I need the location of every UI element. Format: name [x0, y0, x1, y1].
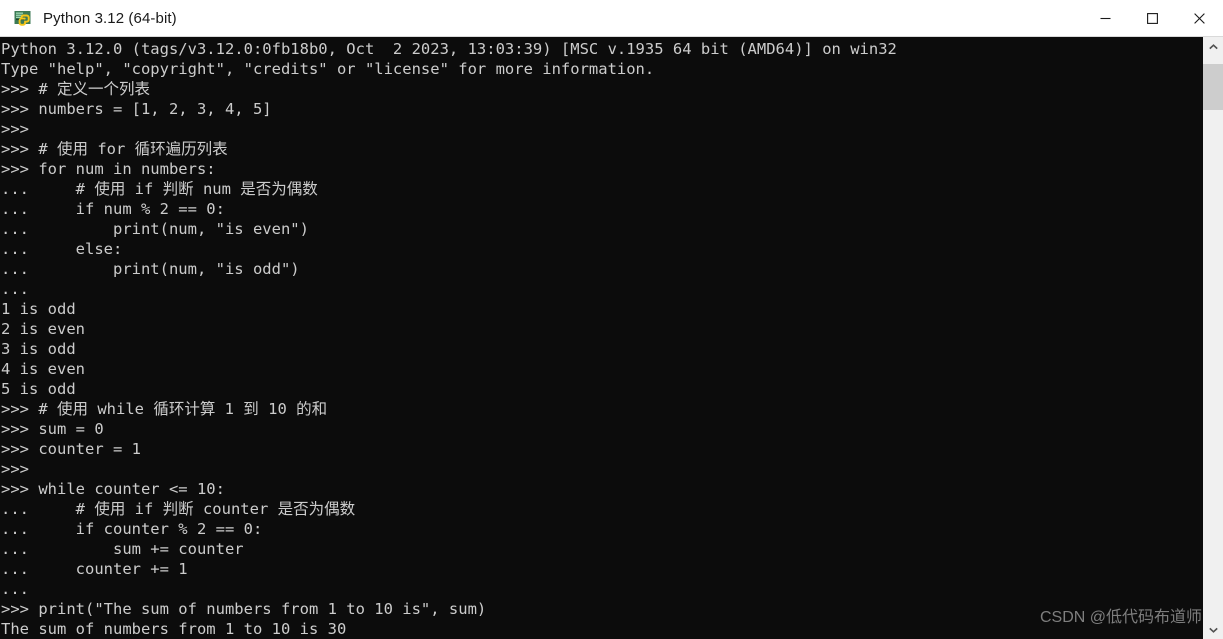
console-output[interactable]: Python 3.12.0 (tags/v3.12.0:0fb18b0, Oct… — [0, 37, 1203, 639]
console-line: ... if num % 2 == 0: — [1, 200, 225, 218]
console-line: 5 is odd — [1, 380, 76, 398]
scroll-down-button[interactable] — [1203, 620, 1223, 639]
window-controls — [1082, 0, 1223, 37]
close-button[interactable] — [1176, 0, 1223, 37]
console-line: 3 is odd — [1, 340, 76, 358]
console-line: >>> — [1, 120, 29, 138]
console-line: ... if counter % 2 == 0: — [1, 520, 263, 538]
python-console-window: Python 3.12 (64-bit) Python 3.12.0 (tags… — [0, 0, 1223, 639]
close-icon — [1194, 12, 1205, 24]
console-line: >>> numbers = [1, 2, 3, 4, 5] — [1, 100, 272, 118]
python-idle-icon — [13, 8, 33, 28]
vertical-scrollbar[interactable] — [1203, 37, 1223, 639]
console-area: Python 3.12.0 (tags/v3.12.0:0fb18b0, Oct… — [0, 37, 1223, 639]
console-line: ... else: — [1, 240, 123, 258]
console-line: >>> # 定义一个列表 — [1, 80, 150, 98]
console-line: ... print(num, "is even") — [1, 220, 309, 238]
console-line: 4 is even — [1, 360, 85, 378]
console-line: ... # 使用 if 判断 counter 是否为偶数 — [1, 500, 356, 518]
console-line: Python 3.12.0 (tags/v3.12.0:0fb18b0, Oct… — [1, 40, 897, 58]
console-line: 2 is even — [1, 320, 85, 338]
maximize-icon — [1147, 12, 1158, 24]
console-line: 1 is odd — [1, 300, 76, 318]
console-line: ... print(num, "is odd") — [1, 260, 300, 278]
chevron-down-icon — [1208, 627, 1218, 633]
chevron-up-icon — [1208, 43, 1218, 49]
console-line: >>> for num in numbers: — [1, 160, 216, 178]
console-line: >>> — [1, 460, 29, 478]
maximize-button[interactable] — [1129, 0, 1176, 37]
console-line: ... # 使用 if 判断 num 是否为偶数 — [1, 180, 318, 198]
minimize-icon — [1100, 17, 1111, 19]
console-line: >>> counter = 1 — [1, 440, 141, 458]
minimize-button[interactable] — [1082, 0, 1129, 37]
console-line: ... counter += 1 — [1, 560, 188, 578]
window-title: Python 3.12 (64-bit) — [43, 9, 177, 27]
console-line: The sum of numbers from 1 to 10 is 30 — [1, 620, 347, 638]
console-line: >>> while counter <= 10: — [1, 480, 225, 498]
console-line: >>> sum = 0 — [1, 420, 104, 438]
console-line: >>> # 使用 for 循环遍历列表 — [1, 140, 228, 158]
scroll-up-button[interactable] — [1203, 37, 1223, 56]
scrollbar-thumb[interactable] — [1203, 64, 1223, 110]
console-line: >>> # 使用 while 循环计算 1 到 10 的和 — [1, 400, 328, 418]
console-line: Type "help", "copyright", "credits" or "… — [1, 60, 655, 78]
console-line: ... — [1, 580, 29, 598]
console-line: ... sum += counter — [1, 540, 244, 558]
console-line: >>> print("The sum of numbers from 1 to … — [1, 600, 487, 618]
console-line: ... — [1, 280, 29, 298]
scrollbar-track[interactable] — [1203, 56, 1223, 620]
title-bar[interactable]: Python 3.12 (64-bit) — [0, 0, 1223, 37]
